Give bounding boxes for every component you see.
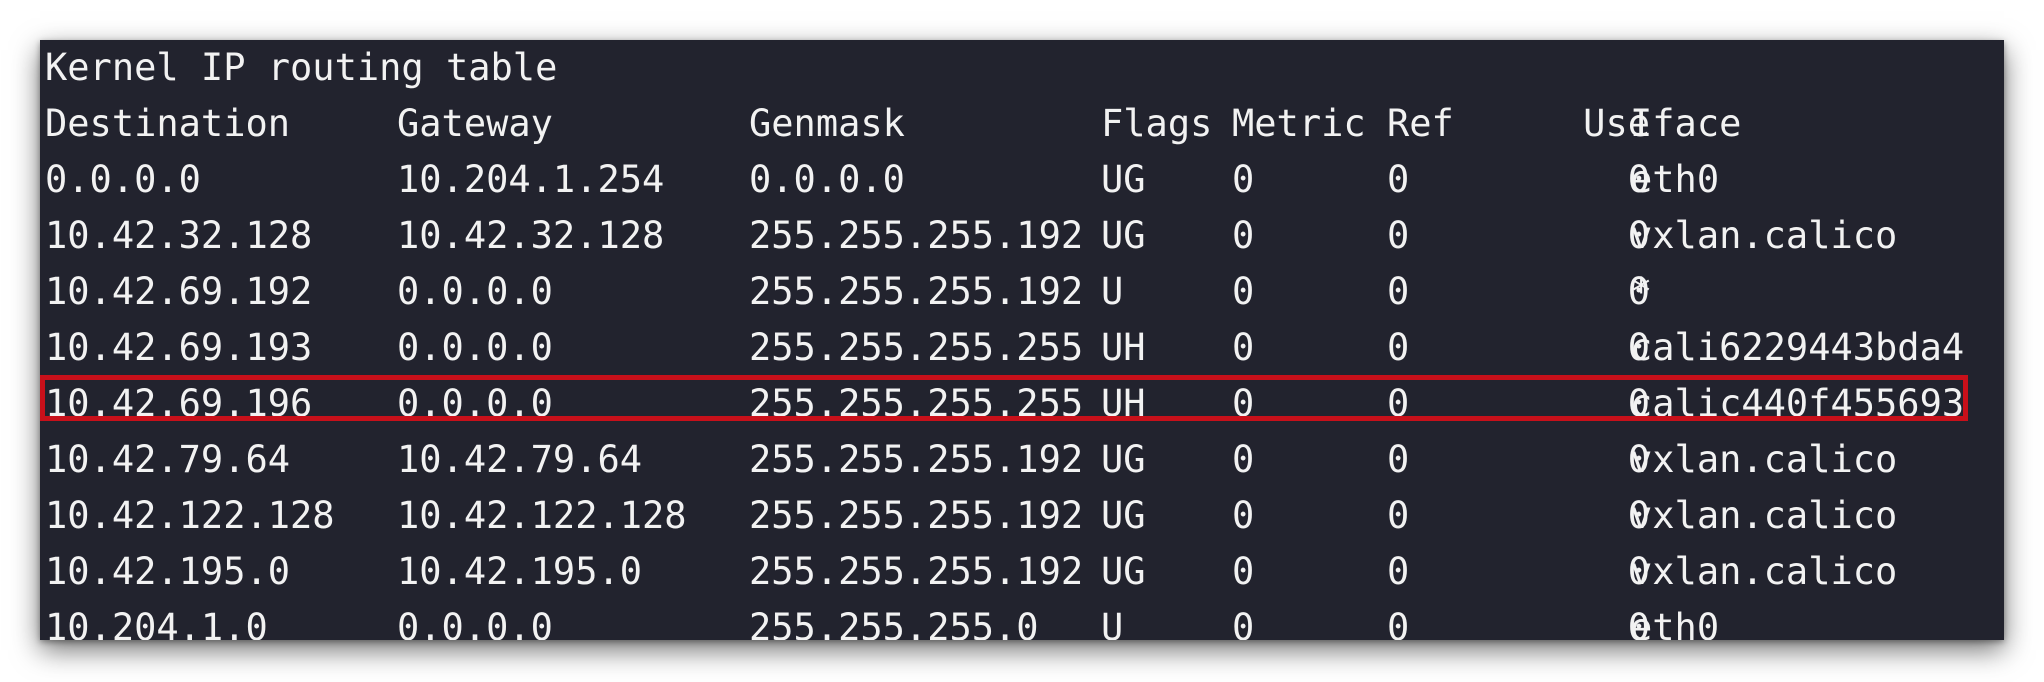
cell-destination: 10.42.32.128 <box>45 214 313 257</box>
cell-iface: eth0 <box>1630 606 1720 640</box>
table-header: Destination Gateway Genmask Flags Metric… <box>40 96 2004 152</box>
cell-iface: vxlan.calico <box>1630 494 1898 537</box>
cell-gateway: 10.42.195.0 <box>397 550 643 593</box>
cell-ref: 0 <box>1387 158 1410 201</box>
cell-gateway: 10.42.32.128 <box>397 214 665 257</box>
cell-destination: 10.42.69.192 <box>45 270 313 313</box>
cell-flags: UG <box>1101 494 1146 537</box>
cell-ref: 0 <box>1387 550 1410 593</box>
cell-metric: 0 <box>1232 270 1255 313</box>
cell-iface: eth0 <box>1630 158 1720 201</box>
cell-genmask: 255.255.255.255 <box>749 326 1084 369</box>
cell-metric: 0 <box>1232 214 1255 257</box>
cell-gateway: 0.0.0.0 <box>397 326 553 369</box>
cell-metric: 0 <box>1232 326 1255 369</box>
cell-flags: UG <box>1101 550 1146 593</box>
cell-ref: 0 <box>1387 326 1410 369</box>
cell-metric: 0 <box>1232 438 1255 481</box>
cell-iface: cali6229443bda4 <box>1630 326 1965 369</box>
header-genmask: Genmask <box>749 102 905 145</box>
cell-metric: 0 <box>1232 158 1255 201</box>
table-row: 10.204.1.0 0.0.0.0 255.255.255.0 U 0 0 0… <box>40 600 2004 640</box>
cell-genmask: 255.255.255.0 <box>749 606 1039 640</box>
cell-flags: UG <box>1101 158 1146 201</box>
table-row: 10.42.122.128 10.42.122.128 255.255.255.… <box>40 488 2004 544</box>
table-row: 10.42.195.0 10.42.195.0 255.255.255.192 … <box>40 544 2004 600</box>
cell-iface: * <box>1630 270 1653 313</box>
header-flags: Flags <box>1101 102 1213 145</box>
cell-genmask: 255.255.255.192 <box>749 270 1084 313</box>
routing-table-title: Kernel IP routing table <box>45 46 558 89</box>
cell-destination: 0.0.0.0 <box>45 158 201 201</box>
cell-metric: 0 <box>1232 382 1255 425</box>
cell-ref: 0 <box>1387 382 1410 425</box>
cell-destination: 10.42.195.0 <box>45 550 291 593</box>
cell-gateway: 0.0.0.0 <box>397 606 553 640</box>
cell-genmask: 255.255.255.192 <box>749 550 1084 593</box>
cell-gateway: 10.42.122.128 <box>397 494 687 537</box>
cell-iface: calic440f455693 <box>1630 382 1965 425</box>
cell-iface: vxlan.calico <box>1630 438 1898 481</box>
header-iface: Iface <box>1630 102 1742 145</box>
cell-gateway: 0.0.0.0 <box>397 382 553 425</box>
cell-ref: 0 <box>1387 494 1410 537</box>
header-metric: Metric <box>1232 102 1366 145</box>
cell-metric: 0 <box>1232 550 1255 593</box>
header-ref: Ref <box>1387 102 1454 145</box>
cell-destination: 10.204.1.0 <box>45 606 268 640</box>
table-row: 10.42.69.193 0.0.0.0 255.255.255.255 UH … <box>40 320 2004 376</box>
cell-flags: UG <box>1101 214 1146 257</box>
cell-genmask: 0.0.0.0 <box>749 158 905 201</box>
cell-destination: 10.42.122.128 <box>45 494 335 537</box>
cell-gateway: 10.42.79.64 <box>397 438 643 481</box>
table-row: 0.0.0.0 10.204.1.254 0.0.0.0 UG 0 0 0 et… <box>40 152 2004 208</box>
cell-ref: 0 <box>1387 214 1410 257</box>
cell-genmask: 255.255.255.192 <box>749 214 1084 257</box>
cell-ref: 0 <box>1387 270 1410 313</box>
cell-iface: vxlan.calico <box>1630 214 1898 257</box>
header-destination: Destination <box>45 102 291 145</box>
cell-genmask: 255.255.255.192 <box>749 438 1084 481</box>
cell-gateway: 0.0.0.0 <box>397 270 553 313</box>
cell-gateway: 10.204.1.254 <box>397 158 665 201</box>
cell-destination: 10.42.69.196 <box>45 382 313 425</box>
cell-destination: 10.42.69.193 <box>45 326 313 369</box>
cell-genmask: 255.255.255.255 <box>749 382 1084 425</box>
cell-flags: U <box>1101 270 1124 313</box>
cell-genmask: 255.255.255.192 <box>749 494 1084 537</box>
table-row: 10.42.79.64 10.42.79.64 255.255.255.192 … <box>40 432 2004 488</box>
cell-flags: UH <box>1101 382 1146 425</box>
routing-table-title-line: Kernel IP routing table <box>40 40 2004 96</box>
table-row-highlighted: 10.42.69.196 0.0.0.0 255.255.255.255 UH … <box>40 376 2004 432</box>
cell-ref: 0 <box>1387 438 1410 481</box>
table-row: 10.42.69.192 0.0.0.0 255.255.255.192 U 0… <box>40 264 2004 320</box>
cell-flags: U <box>1101 606 1124 640</box>
cell-metric: 0 <box>1232 606 1255 640</box>
cell-metric: 0 <box>1232 494 1255 537</box>
cell-ref: 0 <box>1387 606 1410 640</box>
cell-flags: UG <box>1101 438 1146 481</box>
cell-flags: UH <box>1101 326 1146 369</box>
terminal-window: Kernel IP routing table Destination Gate… <box>40 40 2004 640</box>
cell-iface: vxlan.calico <box>1630 550 1898 593</box>
table-row: 10.42.32.128 10.42.32.128 255.255.255.19… <box>40 208 2004 264</box>
header-gateway: Gateway <box>397 102 553 145</box>
cell-destination: 10.42.79.64 <box>45 438 291 481</box>
